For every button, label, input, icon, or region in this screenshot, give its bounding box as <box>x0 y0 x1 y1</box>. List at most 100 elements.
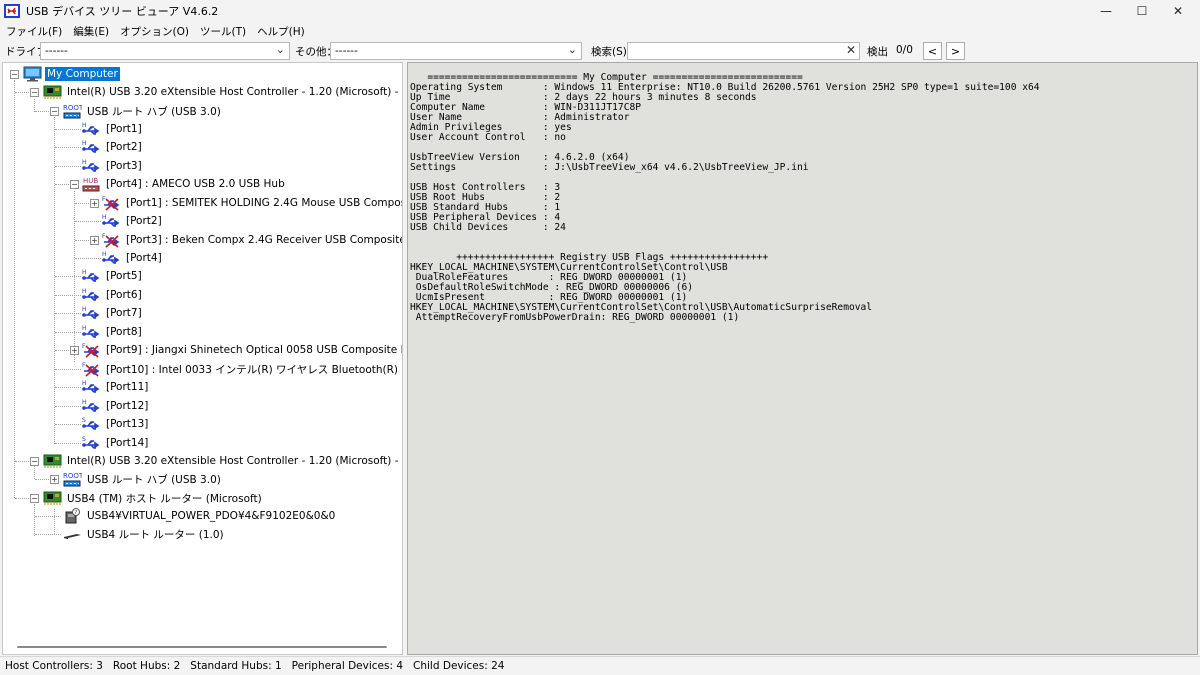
tree-node-port8[interactable]: H [Port8] <box>82 323 144 341</box>
usb-port-icon: S <box>82 417 100 430</box>
horizontal-scrollbar[interactable] <box>17 646 387 648</box>
tree-node-host-controller-1[interactable]: Intel(R) USB 3.20 eXtensible Host Contro… <box>43 83 402 101</box>
port-badge: H <box>82 140 87 147</box>
tree-connector <box>75 240 89 241</box>
usb-port-icon: H <box>82 122 100 135</box>
menu-help[interactable]: ヘルプ(H) <box>251 24 310 39</box>
tree-node-sub-port2[interactable]: H [Port2] <box>102 212 164 230</box>
tree-node-label: Intel(R) USB 3.20 eXtensible Host Contro… <box>67 455 402 467</box>
search-result-count: 0/0 <box>896 44 913 56</box>
tree-connector <box>55 443 81 444</box>
tree-node-label: [Port1] <box>106 123 142 135</box>
expand-toggle[interactable]: + <box>70 346 79 355</box>
status-child-devices: Child Devices: 24 <box>413 660 505 672</box>
tree-node-port13[interactable]: S [Port13] <box>82 415 150 433</box>
tree-node-sub-port3[interactable]: F [Port3] : Beken Compx 2.4G Receiver US… <box>102 231 402 249</box>
expand-toggle[interactable]: + <box>90 199 99 208</box>
minimize-button[interactable]: — <box>1088 0 1124 22</box>
tree-connector <box>75 258 101 259</box>
tree-node-label: USB4 ルート ルーター (1.0) <box>87 528 224 541</box>
tree-connector <box>35 534 61 535</box>
usb-port-icon: H <box>102 214 120 227</box>
tree-connector <box>35 516 61 517</box>
menu-options[interactable]: オプション(O) <box>114 24 194 39</box>
tree-node-port2[interactable]: H [Port2] <box>82 138 144 156</box>
port-badge: H <box>82 325 87 332</box>
expand-toggle[interactable]: + <box>50 475 59 484</box>
tree-connector <box>55 332 81 333</box>
maximize-button[interactable]: ☐ <box>1124 0 1160 22</box>
collapse-toggle[interactable]: − <box>30 494 39 503</box>
tree-node-root-hub-2[interactable]: ROOT USB ルート ハブ (USB 3.0) <box>63 470 223 488</box>
tree-node-host-controller-2[interactable]: Intel(R) USB 3.20 eXtensible Host Contro… <box>43 452 402 470</box>
tree-node-port12[interactable]: H [Port12] <box>82 397 150 415</box>
next-result-button[interactable]: > <box>946 42 965 60</box>
tree-node-label: Intel(R) USB 3.20 eXtensible Host Contro… <box>67 86 402 98</box>
tree-connector <box>55 313 81 314</box>
tree-node-port5[interactable]: H [Port5] <box>82 267 144 285</box>
unknown-device-icon: ? <box>65 508 80 524</box>
usb-port-icon: H <box>82 159 100 172</box>
tree-node-my-computer[interactable]: My Computer <box>23 65 120 83</box>
tree-node-port4-hub[interactable]: HUB [Port4] : AMECO USB 2.0 USB Hub <box>82 175 287 193</box>
tree-node-port6[interactable]: H [Port6] <box>82 286 144 304</box>
device-tree-pane[interactable]: − My Computer − Intel(R) USB 3.20 eXtens… <box>2 62 403 655</box>
tree-node-label: USB4¥VIRTUAL_POWER_PDO¥4&F9102E0&0&0 <box>87 510 336 522</box>
tree-node-label: USB ルート ハブ (USB 3.0) <box>87 105 221 118</box>
tree-node-root-hub-1[interactable]: ROOT USB ルート ハブ (USB 3.0) <box>63 102 223 120</box>
tree-node-sub-port1[interactable]: F [Port1] : SEMITEK HOLDING 2.4G Mouse U… <box>102 194 402 212</box>
tree-node-usb4-host-router[interactable]: USB4 (TM) ホスト ルーター (Microsoft) <box>43 489 264 507</box>
usb-port-icon: H <box>82 306 100 319</box>
port-badge: F <box>102 233 106 240</box>
tree-connector <box>35 479 49 480</box>
tree-connector <box>55 295 81 296</box>
other-select[interactable]: ------ ⌄ <box>330 42 582 60</box>
tree-node-usb4-virtual-power-pdo[interactable]: ? USB4¥VIRTUAL_POWER_PDO¥4&F9102E0&0&0 <box>63 507 337 525</box>
usb-port-icon: H <box>82 269 100 282</box>
tree-connector <box>34 504 35 536</box>
tree-node-port10[interactable]: F [Port10] : Intel 0033 インテル(R) ワイヤレス Bl… <box>82 360 400 378</box>
collapse-toggle[interactable]: − <box>70 180 79 189</box>
tree-node-label: [Port11] <box>106 381 149 393</box>
usb-port-icon: H <box>82 399 100 412</box>
tree-node-port11[interactable]: H [Port11] <box>82 378 150 396</box>
tree-connector <box>14 80 15 498</box>
collapse-toggle[interactable]: − <box>30 88 39 97</box>
port-badge: H <box>82 380 87 387</box>
tree-node-label: [Port8] <box>106 326 142 338</box>
tree-connector <box>55 350 69 351</box>
clear-search-icon[interactable]: ✕ <box>846 43 856 57</box>
tree-node-port1[interactable]: H [Port1] <box>82 120 144 138</box>
tree-node-label: [Port10] : Intel 0033 インテル(R) ワイヤレス Blue… <box>106 363 399 376</box>
port-badge: H <box>82 122 87 129</box>
tree-node-label: [Port13] <box>106 418 149 430</box>
search-input[interactable]: ✕ <box>627 42 860 60</box>
expand-toggle[interactable]: + <box>90 236 99 245</box>
usb-port-icon: H <box>82 380 100 393</box>
usb-port-icon: H <box>82 325 100 338</box>
menu-edit[interactable]: 編集(E) <box>67 24 114 39</box>
tree-node-label: [Port1] : SEMITEK HOLDING 2.4G Mouse USB… <box>126 197 402 209</box>
drive-select[interactable]: ------ ⌄ <box>40 42 290 60</box>
usb-port-icon: H <box>82 288 100 301</box>
port-badge: H <box>82 288 87 295</box>
menu-tools[interactable]: ツール(T) <box>194 24 251 39</box>
usb-port-icon: H <box>82 140 100 153</box>
tree-connector <box>55 147 81 148</box>
drive-select-value: ------ <box>45 45 68 57</box>
tree-node-port9[interactable]: F [Port9] : Jiangxi Shinetech Optical 00… <box>82 341 402 359</box>
close-button[interactable]: ✕ <box>1160 0 1196 22</box>
usb-device-failed-icon: F <box>82 343 100 358</box>
collapse-toggle[interactable]: − <box>30 457 39 466</box>
chevron-down-icon: ⌄ <box>275 43 285 56</box>
menu-file[interactable]: ファイル(F) <box>0 24 67 39</box>
tree-node-port7[interactable]: H [Port7] <box>82 304 144 322</box>
tree-node-port14[interactable]: S [Port14] <box>82 434 150 452</box>
prev-result-button[interactable]: < <box>923 42 942 60</box>
tree-node-port3[interactable]: H [Port3] <box>82 157 144 175</box>
tree-node-usb4-root-router[interactable]: USB4 ルート ルーター (1.0) <box>63 525 226 543</box>
detail-pane[interactable]: ========================== My Computer =… <box>407 62 1198 655</box>
collapse-toggle[interactable]: − <box>10 70 19 79</box>
tree-node-sub-port4[interactable]: H [Port4] <box>102 249 164 267</box>
collapse-toggle[interactable]: − <box>50 107 59 116</box>
